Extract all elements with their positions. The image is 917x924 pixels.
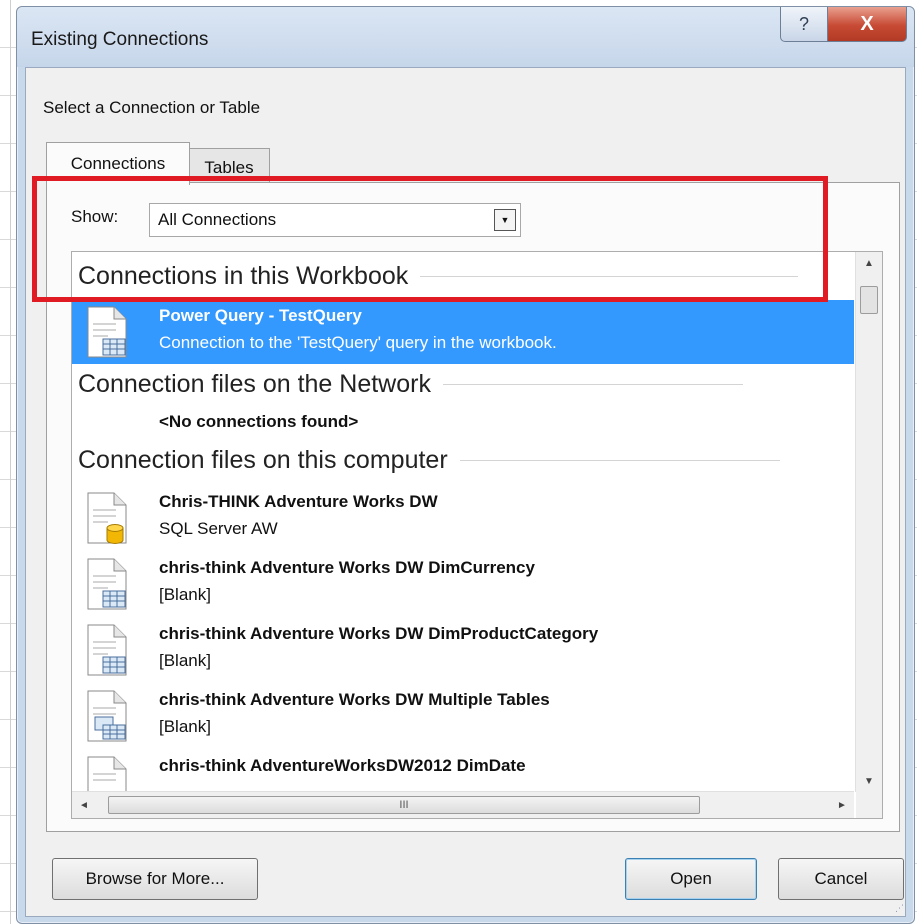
existing-connections-dialog: Existing Connections ? X Select a Connec… <box>16 6 915 924</box>
connection-name: chris-think Adventure Works DW DimCurren… <box>159 558 535 577</box>
group-header-network: Connection files on the Network <box>78 370 743 399</box>
browse-button-label: Browse for More... <box>85 869 225 888</box>
table-connection-icon <box>87 624 127 676</box>
close-button[interactable]: X <box>827 7 907 42</box>
help-icon: ? <box>798 13 809 34</box>
group-divider <box>459 460 780 461</box>
connection-name: chris-think AdventureWorksDW2012 DimDate <box>159 756 526 775</box>
connection-description: Connection to the 'TestQuery' query in t… <box>159 333 557 352</box>
connection-description: [Blank] <box>159 585 211 604</box>
table-connection-icon <box>87 306 127 358</box>
table-connection-icon <box>87 558 127 610</box>
connection-description: [Blank] <box>159 717 211 736</box>
group-header-label: Connection files on this computer <box>78 446 448 474</box>
connection-name: Chris-THINK Adventure Works DW <box>159 492 438 511</box>
tab-connections[interactable]: Connections <box>46 142 190 185</box>
scroll-grip-icon: III <box>399 799 409 811</box>
cancel-button-label: Cancel <box>814 869 868 888</box>
chevron-down-icon[interactable]: ▼ <box>494 209 516 231</box>
list-item[interactable]: Chris-THINK Adventure Works DW SQL Serve… <box>72 486 854 550</box>
help-button[interactable]: ? <box>780 7 828 42</box>
table-connection-icon <box>87 756 127 792</box>
scroll-up-icon[interactable]: ▲ <box>856 252 882 274</box>
horizontal-scrollbar[interactable]: ◄ III ► <box>72 791 854 818</box>
resize-grip-icon[interactable]: ⋰ <box>895 903 904 914</box>
show-dropdown[interactable]: All Connections ▼ <box>149 203 521 237</box>
list-item[interactable]: chris-think Adventure Works DW DimProduc… <box>72 618 854 682</box>
horizontal-scroll-thumb[interactable]: III <box>108 796 700 814</box>
multiple-tables-connection-icon <box>87 690 127 742</box>
connection-name: chris-think Adventure Works DW Multiple … <box>159 690 550 709</box>
scroll-left-icon[interactable]: ◄ <box>72 792 96 818</box>
connection-name: chris-think Adventure Works DW DimProduc… <box>159 624 599 643</box>
no-connections-message: <No connections found> <box>159 412 359 431</box>
tab-tables-label: Tables <box>204 158 254 177</box>
group-header-label: Connection files on the Network <box>78 370 431 398</box>
title-bar: Existing Connections ? X <box>17 7 914 67</box>
scrollbar-corner <box>856 792 882 818</box>
dialog-title: Existing Connections <box>31 29 209 50</box>
show-dropdown-value: All Connections <box>158 210 277 229</box>
cancel-button[interactable]: Cancel <box>778 858 904 900</box>
browse-for-more-button[interactable]: Browse for More... <box>52 858 258 900</box>
open-button[interactable]: Open <box>625 858 757 900</box>
list-item[interactable]: chris-think AdventureWorksDW2012 DimDate <box>72 750 854 792</box>
show-label: Show: <box>71 207 119 226</box>
group-divider <box>442 384 743 385</box>
open-button-label: Open <box>670 869 712 888</box>
vertical-scrollbar[interactable]: ▲ ▼ <box>855 252 882 792</box>
group-header-label: Connections in this Workbook <box>78 262 409 290</box>
database-connection-icon <box>87 492 127 544</box>
group-header-workbook: Connections in this Workbook <box>78 262 799 291</box>
list-item[interactable]: chris-think Adventure Works DW Multiple … <box>72 684 854 748</box>
list-item[interactable]: Power Query - TestQuery Connection to th… <box>72 300 854 364</box>
connection-description: SQL Server AW <box>159 519 278 538</box>
connection-description: [Blank] <box>159 651 211 670</box>
dialog-body: Select a Connection or Table Connections… <box>25 67 906 917</box>
scroll-down-icon[interactable]: ▼ <box>856 770 882 792</box>
connection-name: Power Query - TestQuery <box>159 306 362 325</box>
prompt-label: Select a Connection or Table <box>43 98 261 117</box>
scroll-right-icon[interactable]: ► <box>830 792 854 818</box>
tab-connections-label: Connections <box>70 154 166 173</box>
connections-list-content: Connections in this Workbook Power Query… <box>72 252 854 792</box>
list-item[interactable]: chris-think Adventure Works DW DimCurren… <box>72 552 854 616</box>
group-divider <box>420 276 799 277</box>
group-header-computer: Connection files on this computer <box>78 446 780 475</box>
connections-tab-panel: Show: All Connections ▼ Connections in t… <box>46 182 900 832</box>
close-icon: X <box>860 12 874 35</box>
vertical-scroll-thumb[interactable] <box>860 286 878 314</box>
connections-list: Connections in this Workbook Power Query… <box>71 251 883 819</box>
